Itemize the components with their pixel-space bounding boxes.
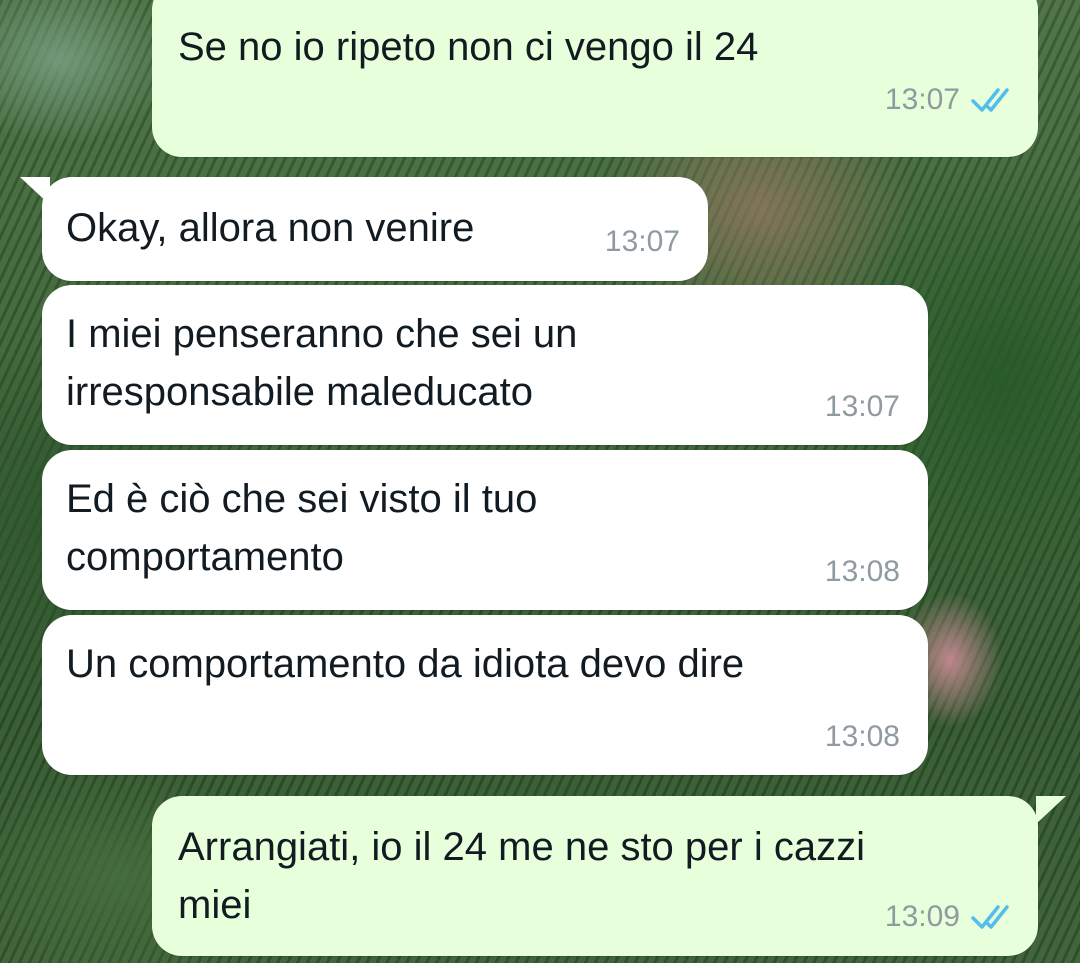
bubble-tail bbox=[1036, 796, 1066, 824]
incoming-message-bubble[interactable]: Ed è ciò che sei visto il tuo comportame… bbox=[42, 450, 928, 610]
message-time: 13:08 bbox=[824, 555, 900, 588]
incoming-message-bubble[interactable]: Un comportamento da idiota devo dire 13:… bbox=[42, 615, 928, 775]
message-meta: 13:08 bbox=[825, 555, 900, 589]
outgoing-message-bubble[interactable]: Se no io ripeto non ci vengo il 24 13:07 bbox=[152, 0, 1038, 157]
message-text: Arrangiati, io il 24 me ne sto per i caz… bbox=[178, 825, 865, 927]
message-text: Ed è ciò che sei visto il tuo comportame… bbox=[66, 477, 538, 579]
message-time: 13:07 bbox=[884, 83, 960, 116]
incoming-message-bubble[interactable]: Okay, allora non venire 13:07 bbox=[42, 177, 708, 281]
message-text: Se no io ripeto non ci vengo il 24 bbox=[178, 25, 759, 69]
message-meta: 13:07 bbox=[885, 83, 1016, 117]
message-meta: 13:08 bbox=[825, 720, 900, 754]
message-text: I miei penseranno che sei un irresponsab… bbox=[66, 312, 578, 414]
message-time: 13:07 bbox=[604, 225, 680, 258]
message-text: Un comportamento da idiota devo dire bbox=[66, 642, 745, 686]
outgoing-message-bubble[interactable]: Arrangiati, io il 24 me ne sto per i caz… bbox=[152, 796, 1038, 956]
message-meta: 13:07 bbox=[825, 390, 900, 424]
message-time: 13:09 bbox=[884, 900, 960, 933]
message-meta: 13:07 bbox=[605, 225, 680, 259]
double-check-read-icon bbox=[970, 85, 1016, 115]
incoming-message-bubble[interactable]: I miei penseranno che sei un irresponsab… bbox=[42, 285, 928, 445]
message-meta: 13:09 bbox=[885, 900, 1016, 934]
message-text: Okay, allora non venire bbox=[66, 206, 475, 250]
message-time: 13:07 bbox=[824, 390, 900, 423]
message-time: 13:08 bbox=[824, 720, 900, 753]
double-check-read-icon bbox=[970, 902, 1016, 932]
